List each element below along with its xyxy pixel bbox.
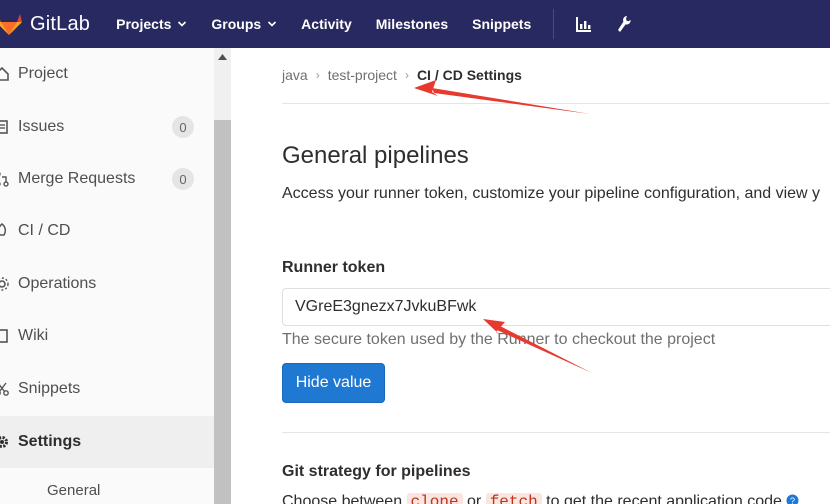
section-title: General pipelines xyxy=(282,142,469,169)
sidebar-item-label: Settings xyxy=(18,433,82,450)
help-question-icon[interactable]: ? xyxy=(786,494,799,504)
git-strategy-text: to get the recent application code xyxy=(546,493,782,504)
divider xyxy=(282,103,830,104)
breadcrumb-chevron-icon: › xyxy=(404,68,409,82)
main-content: java › test-project › CI / CD Settings G… xyxy=(231,48,830,504)
sidebar-item-label: Snippets xyxy=(18,380,81,397)
issues-icon xyxy=(0,119,10,135)
sidebar-scrollbar[interactable] xyxy=(214,48,231,504)
chevron-down-icon xyxy=(268,21,277,27)
sidebar-item-label: Issues xyxy=(18,118,65,135)
nav-activity[interactable]: Activity xyxy=(289,0,364,48)
wrench-icon xyxy=(618,16,631,32)
sidebar-item-wiki[interactable]: Wiki xyxy=(0,310,214,362)
nav-snippets-label: Snippets xyxy=(472,16,532,32)
sidebar-item-operations[interactable]: Operations xyxy=(0,258,214,310)
divider xyxy=(282,432,830,433)
breadcrumb-chevron-icon: › xyxy=(315,68,320,82)
brand-name: GitLab xyxy=(30,12,91,35)
git-strategy-description: Choose between clone or fetch to get the… xyxy=(282,493,799,504)
gitlab-home-link[interactable]: GitLab xyxy=(0,0,104,48)
scissors-icon xyxy=(0,381,10,397)
nav-groups-label: Groups xyxy=(211,16,262,32)
breadcrumb-group-link[interactable]: java xyxy=(282,67,308,83)
git-strategy-title: Git strategy for pipelines xyxy=(282,463,471,480)
section-description: Access your runner token, customize your… xyxy=(282,185,821,202)
project-sidebar: Project Issues 0 Merge Requests 0 CI / C… xyxy=(0,48,214,504)
sidebar-item-label: Operations xyxy=(18,275,97,292)
nav-projects[interactable]: Projects xyxy=(104,0,199,48)
issues-count-badge: 0 xyxy=(172,116,194,138)
code-clone: clone xyxy=(406,493,463,504)
sidebar-item-merge-requests[interactable]: Merge Requests 0 xyxy=(0,153,214,205)
runner-token-field[interactable]: VGreE3gnezx7JvkuBFwk xyxy=(282,288,830,326)
sidebar-item-label: CI / CD xyxy=(18,222,71,239)
book-icon xyxy=(0,328,10,344)
merge-request-icon xyxy=(0,171,10,187)
nav-snippets[interactable]: Snippets xyxy=(460,0,543,48)
nav-projects-label: Projects xyxy=(116,16,172,32)
hide-value-button[interactable]: Hide value xyxy=(282,363,385,403)
nav-admin-button[interactable] xyxy=(604,0,644,48)
sidebar-item-issues[interactable]: Issues 0 xyxy=(0,101,214,153)
nav-milestones[interactable]: Milestones xyxy=(364,0,460,48)
nav-groups[interactable]: Groups xyxy=(199,0,289,48)
chevron-down-icon xyxy=(178,21,187,27)
nav-divider xyxy=(553,9,555,39)
nav-chart-button[interactable] xyxy=(564,0,604,48)
code-fetch: fetch xyxy=(485,493,542,504)
breadcrumb-project-link[interactable]: test-project xyxy=(328,67,397,83)
nav-activity-label: Activity xyxy=(301,16,352,32)
svg-text:?: ? xyxy=(790,496,795,504)
sidebar-item-label: Merge Requests xyxy=(18,170,136,187)
gitlab-logo-icon xyxy=(0,14,22,35)
breadcrumb-current[interactable]: CI / CD Settings xyxy=(417,67,522,83)
runner-token-help: The secure token used by the Runner to c… xyxy=(282,331,716,348)
rocket-icon xyxy=(0,223,10,239)
git-strategy-text: or xyxy=(467,493,482,504)
sidebar-item-project[interactable]: Project xyxy=(0,48,214,100)
cloud-gear-icon xyxy=(0,276,10,292)
sidebar-item-snippets[interactable]: Snippets xyxy=(0,363,214,415)
sidebar-subitem-general[interactable]: General xyxy=(47,482,100,499)
breadcrumb: java › test-project › CI / CD Settings xyxy=(282,67,522,83)
gear-icon xyxy=(0,434,10,450)
home-icon xyxy=(0,66,10,82)
sidebar-item-ci-cd[interactable]: CI / CD xyxy=(0,205,214,257)
scroll-up-arrow-icon[interactable] xyxy=(214,48,231,65)
merge-requests-count-badge: 0 xyxy=(172,168,194,190)
git-strategy-text: Choose between xyxy=(282,493,403,504)
chart-icon xyxy=(576,17,592,32)
scroll-thumb[interactable] xyxy=(214,120,231,504)
sidebar-item-settings[interactable]: Settings xyxy=(0,416,214,468)
top-navbar: GitLab Projects Groups Activity Mileston… xyxy=(0,0,830,48)
sidebar-item-label: Wiki xyxy=(18,327,49,344)
nav-milestones-label: Milestones xyxy=(375,16,449,32)
sidebar-item-label: Project xyxy=(18,65,68,82)
runner-token-label: Runner token xyxy=(282,259,386,276)
